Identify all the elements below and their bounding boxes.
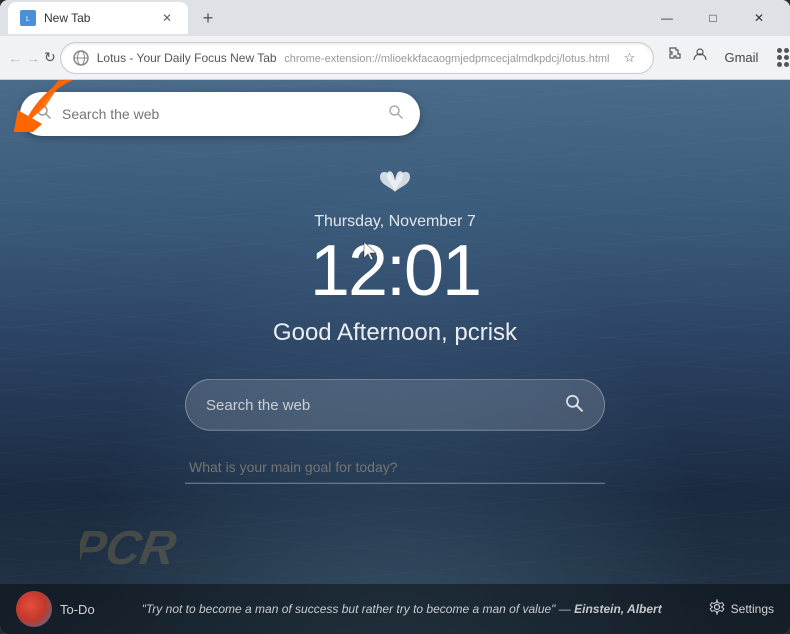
main-search-bar[interactable]: Search the web bbox=[185, 379, 605, 431]
center-content: Thursday, November 7 12:01 Good Afternoo… bbox=[185, 167, 605, 484]
settings-button[interactable]: Settings bbox=[709, 599, 774, 620]
todo-button[interactable]: To-Do bbox=[16, 591, 95, 627]
nav-actions: Gmail ⋮ bbox=[662, 42, 790, 74]
search-submit-icon[interactable] bbox=[388, 104, 404, 125]
close-button[interactable]: ✕ bbox=[736, 3, 782, 33]
window-controls: — □ ✕ bbox=[644, 3, 782, 33]
todo-icon bbox=[16, 591, 52, 627]
clock-display: 12:01 bbox=[185, 235, 605, 307]
todo-label: To-Do bbox=[60, 602, 95, 617]
bottom-bar: To-Do "Try not to become a man of succes… bbox=[0, 584, 790, 634]
extensions-icon[interactable] bbox=[662, 42, 686, 66]
gear-icon bbox=[709, 599, 725, 620]
tabs-area: L New Tab ✕ + bbox=[8, 2, 320, 34]
lotus-icon bbox=[185, 167, 605, 205]
main-search-icon bbox=[564, 392, 584, 417]
svg-text:PCR: PCR bbox=[80, 521, 180, 574]
bookmark-icon[interactable]: ☆ bbox=[617, 46, 641, 70]
forward-button[interactable]: → bbox=[26, 42, 40, 74]
settings-label: Settings bbox=[731, 602, 774, 616]
goal-container bbox=[185, 451, 605, 484]
navigation-bar: ← → ↻ Lotus - Your Daily Focus New Tab c… bbox=[0, 36, 790, 80]
greeting-text: Good Afternoon, pcrisk bbox=[185, 319, 605, 347]
goal-input[interactable] bbox=[185, 451, 605, 484]
main-search-label: Search the web bbox=[206, 396, 552, 413]
tab-favicon: L bbox=[20, 10, 36, 26]
gmail-button[interactable]: Gmail bbox=[714, 42, 768, 74]
profile-icon[interactable] bbox=[688, 42, 712, 66]
orange-arrow-annotation bbox=[10, 80, 110, 137]
apps-button[interactable] bbox=[770, 42, 790, 74]
back-button[interactable]: ← bbox=[8, 42, 22, 74]
browser-frame: L New Tab ✕ + — □ ✕ ← → ↻ Lotus - Your D… bbox=[0, 0, 790, 634]
date-display: Thursday, November 7 bbox=[185, 213, 605, 231]
minimize-button[interactable]: — bbox=[644, 3, 690, 33]
maximize-button[interactable]: □ bbox=[690, 3, 736, 33]
new-tab-button[interactable]: + bbox=[192, 2, 224, 34]
title-bar: L New Tab ✕ + — □ ✕ bbox=[0, 0, 790, 36]
page-content: Thursday, November 7 12:01 Good Afternoo… bbox=[0, 80, 790, 634]
refresh-button[interactable]: ↻ bbox=[44, 42, 56, 74]
tab-close-btn[interactable]: ✕ bbox=[158, 9, 176, 27]
svg-text:L: L bbox=[26, 16, 30, 23]
address-text: Lotus - Your Daily Focus New Tab chrome-… bbox=[97, 50, 610, 65]
tab-title: New Tab bbox=[44, 11, 150, 25]
page-header bbox=[0, 80, 790, 148]
watermark: PCR bbox=[80, 514, 280, 579]
quote-text: "Try not to become a man of success but … bbox=[107, 601, 697, 618]
address-actions: ☆ bbox=[617, 46, 641, 70]
nav-search-wrapper bbox=[20, 92, 420, 136]
address-bar[interactable]: Lotus - Your Daily Focus New Tab chrome-… bbox=[60, 42, 655, 74]
active-tab[interactable]: L New Tab ✕ bbox=[8, 2, 188, 34]
apps-grid-icon bbox=[777, 48, 790, 67]
site-icon bbox=[73, 50, 89, 66]
